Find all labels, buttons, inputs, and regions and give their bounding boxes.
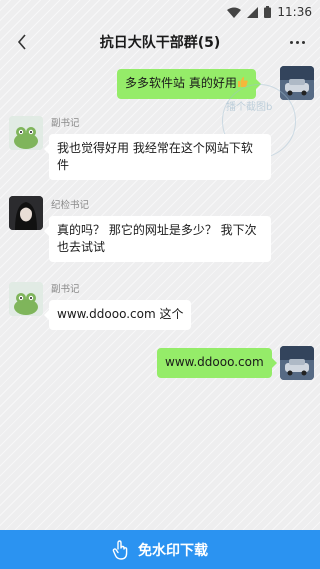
chat-title: 抗日大队干部群(5) <box>99 35 221 51</box>
frog-icon <box>9 282 43 316</box>
frog-icon <box>9 116 43 150</box>
car-icon <box>280 346 314 380</box>
message-bubble-incoming[interactable]: 我也觉得好用 我经常在这个网站下软件 <box>44 134 271 180</box>
battery-icon <box>264 6 272 18</box>
avatar[interactable] <box>280 346 314 380</box>
more-options-button[interactable] <box>284 30 310 54</box>
sender-name: 纪检书记 <box>51 200 90 211</box>
message-text: 多多软件站 真的好用 <box>125 76 237 90</box>
more-dot-icon <box>295 40 299 44</box>
sender-name: 副书记 <box>51 284 80 295</box>
more-dot-icon <box>289 40 293 44</box>
avatar[interactable] <box>9 282 43 316</box>
download-without-watermark-button[interactable]: 免水印下载 <box>0 530 320 569</box>
signal-icon <box>247 6 259 18</box>
tap-hand-icon <box>112 539 128 560</box>
status-time: 11:36 <box>277 5 312 19</box>
avatar[interactable] <box>9 116 43 150</box>
portrait-icon <box>9 196 43 230</box>
message-text: 我也觉得好用 我经常在这个网站下软件 <box>57 141 253 172</box>
chevron-left-icon <box>17 34 26 50</box>
back-button[interactable] <box>10 30 34 54</box>
message-text: www.ddooo.com 这个 <box>57 307 184 321</box>
sender-name: 副书记 <box>51 118 80 129</box>
download-label: 免水印下载 <box>138 542 208 559</box>
message-text: www.ddooo.com <box>165 355 264 369</box>
message-bubble-incoming[interactable]: www.ddooo.com 这个 <box>43 300 192 330</box>
status-bar: 11:36 <box>0 0 320 24</box>
chat-header: 抗日大队干部群(5) <box>0 24 320 60</box>
message-text: 真的吗？ 那它的网址是多少？ 我下次也去试试 <box>57 223 257 254</box>
more-dot-icon <box>301 40 305 44</box>
wifi-icon <box>227 7 242 18</box>
message-bubble-outgoing[interactable]: www.ddooo.com <box>157 348 277 378</box>
avatar[interactable] <box>9 196 43 230</box>
watermark-text: 播个截图b <box>226 102 273 113</box>
message-bubble-incoming[interactable]: 真的吗？ 那它的网址是多少？ 我下次也去试试 <box>44 216 271 262</box>
